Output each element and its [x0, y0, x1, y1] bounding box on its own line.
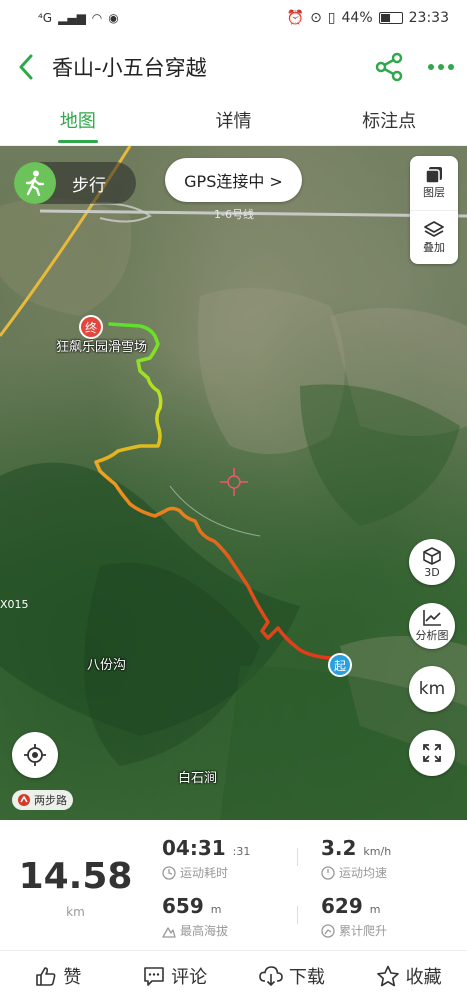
duration-label: 运动耗时	[180, 866, 229, 880]
gps-status-button[interactable]: GPS连接中 >	[165, 158, 302, 202]
favorite-label: 收藏	[405, 966, 442, 988]
road-label: 1-6号线	[214, 208, 254, 221]
map-layer-panel: 图层 叠加	[410, 156, 458, 264]
share-button[interactable]	[363, 36, 415, 98]
cloud-download-icon	[259, 965, 283, 986]
comment-label: 评论	[171, 966, 208, 988]
distance-value: 14.58	[18, 856, 133, 897]
duration-stat: 04:31 :31 运动耗时	[162, 836, 250, 881]
tab-map[interactable]: 地图	[0, 98, 156, 145]
clock-icon	[162, 865, 176, 880]
max-altitude-value: 659	[162, 894, 204, 918]
star-icon	[376, 965, 399, 986]
map-view[interactable]: 1-6号线 X015 狂飙乐园滑雪场 八份沟 白石涧 终 起 步行 GPS连接中…	[0, 146, 467, 820]
favorite-button[interactable]: 收藏	[350, 951, 467, 1000]
title-bar: 香山-小五台穿越	[0, 36, 467, 98]
location-icon: ⊙	[310, 10, 322, 26]
place-label-baishijian: 白石涧	[178, 771, 218, 786]
thumbs-up-icon	[36, 966, 56, 986]
like-button[interactable]: 赞	[0, 951, 117, 1000]
ascent-label: 累计爬升	[339, 924, 388, 938]
chevron-left-icon	[19, 54, 33, 80]
comment-icon	[144, 966, 164, 986]
avg-speed-unit: km/h	[363, 845, 392, 858]
tab-markers[interactable]: 标注点	[311, 98, 467, 145]
ascent-unit: m	[369, 903, 381, 916]
activity-mode-label: 步行	[72, 175, 106, 196]
crosshair-locate-icon	[24, 744, 46, 766]
status-left: ⁴G ▂▄▆ ◠ ◉	[38, 11, 119, 25]
back-button[interactable]	[0, 36, 52, 98]
track-stats-panel: 14.58 km 04:31 :31 运动耗时 3.2 km/h 运动均速 65…	[0, 820, 467, 950]
stack-icon	[424, 220, 444, 237]
max-altitude-label: 最高海拔	[180, 924, 229, 938]
bottom-action-bar: 赞 评论 下载 收藏	[0, 950, 467, 1000]
more-options-button[interactable]	[415, 36, 467, 98]
place-label-ski-resort: 狂飙乐园滑雪场	[56, 340, 148, 355]
status-right: ⏰ ⊙ ▯ 44% 23:33	[287, 10, 449, 26]
signal-bars-icon: ▂▄▆	[58, 11, 86, 25]
analysis-chart-label: 分析图	[415, 629, 449, 642]
distance-unit-button[interactable]: km	[409, 666, 455, 712]
climb-icon	[321, 923, 335, 938]
clock: 23:33	[408, 10, 449, 26]
overlay-label: 叠加	[423, 240, 445, 254]
download-button[interactable]: 下载	[234, 951, 351, 1000]
ascent-value: 629	[321, 894, 363, 918]
tab-details[interactable]: 详情	[156, 98, 312, 145]
signal-indicator: ⁴G	[38, 11, 53, 25]
expand-icon	[423, 744, 441, 762]
more-dots-icon	[428, 64, 454, 70]
analysis-chart-button[interactable]: 分析图	[409, 603, 455, 649]
avg-speed-label: 运动均速	[339, 866, 388, 880]
battery-icon	[378, 12, 403, 24]
fullscreen-button[interactable]	[409, 730, 455, 776]
battery-percent: 44%	[341, 10, 373, 26]
divider	[297, 906, 298, 924]
cube-icon	[423, 546, 441, 565]
vibrate-icon: ▯	[327, 10, 336, 26]
like-label: 赞	[63, 966, 82, 988]
place-label-bafengou: 八份沟	[87, 658, 127, 673]
mountain-peak-icon	[162, 926, 176, 938]
track-route	[94, 322, 332, 660]
alarm-icon: ⏰	[286, 10, 305, 26]
max-altitude-stat: 659 m 最高海拔	[162, 894, 228, 939]
layers-label: 图层	[423, 186, 445, 199]
end-marker[interactable]: 终	[79, 315, 103, 339]
download-label: 下载	[288, 966, 325, 988]
duration-value: 04:31	[162, 836, 226, 860]
road-code-label: X015	[0, 598, 29, 611]
avg-speed-value: 3.2	[321, 836, 357, 860]
layers-icon	[425, 167, 442, 184]
tab-bar: 地图 详情 标注点	[0, 98, 467, 146]
share-icon	[375, 52, 403, 82]
distance-unit-label: km	[418, 679, 446, 699]
start-marker[interactable]: 起	[328, 653, 352, 677]
locate-me-button[interactable]	[12, 732, 58, 778]
speedometer-icon	[321, 865, 335, 880]
logo-text: 两步路	[34, 794, 67, 807]
app-logo: 两步路	[12, 790, 73, 810]
duration-seconds: :31	[232, 845, 251, 858]
layers-button[interactable]: 图层	[410, 156, 458, 210]
view-3d-label: 3D	[424, 565, 440, 579]
page-title: 香山-小五台穿越	[52, 56, 207, 80]
line-chart-icon	[423, 610, 441, 626]
eye-icon: ◉	[108, 11, 119, 25]
view-3d-button[interactable]: 3D	[409, 539, 455, 585]
activity-mode-pill[interactable]: 步行	[14, 162, 136, 204]
max-altitude-unit: m	[210, 903, 222, 916]
overlay-button[interactable]: 叠加	[410, 210, 458, 264]
walking-person-icon	[14, 162, 56, 204]
comment-button[interactable]: 评论	[117, 951, 234, 1000]
avg-speed-stat: 3.2 km/h 运动均速	[321, 836, 391, 881]
distance-unit: km	[66, 905, 85, 919]
divider	[297, 848, 298, 866]
ascent-stat: 629 m 累计爬升	[321, 894, 387, 939]
logo-mark-icon	[18, 794, 30, 806]
status-bar: ⁴G ▂▄▆ ◠ ◉ ⏰ ⊙ ▯ 44% 23:33	[0, 0, 467, 36]
wifi-icon: ◠	[91, 11, 103, 25]
distance-stat: 14.58 km	[18, 856, 133, 919]
